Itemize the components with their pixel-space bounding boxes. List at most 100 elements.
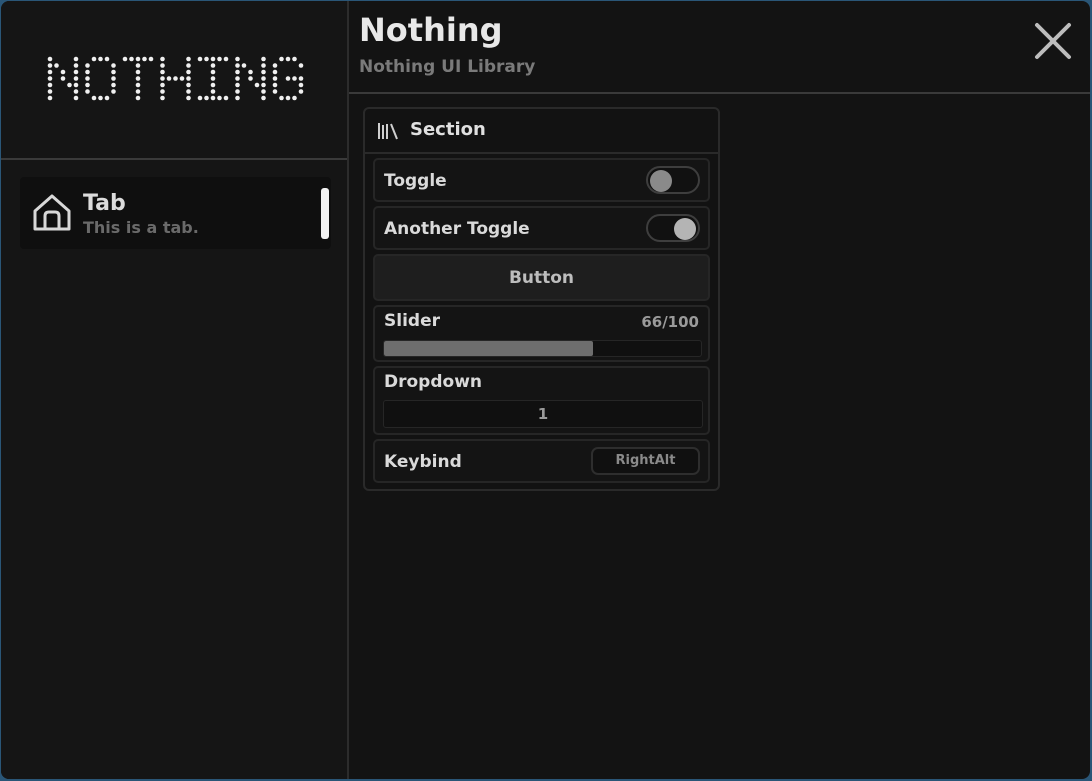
section-title: Section — [410, 119, 486, 140]
logo-dot — [160, 89, 165, 94]
logo-dot — [223, 56, 229, 62]
section-header: Section — [365, 109, 718, 154]
logo-dot — [292, 56, 297, 62]
logo-dot — [85, 89, 90, 94]
button-label: Button — [508, 268, 575, 288]
page-subtitle: Nothing UI Library — [359, 57, 536, 77]
logo-dot — [285, 95, 291, 101]
logo-dot — [47, 69, 53, 75]
logo-dot — [135, 63, 141, 68]
logo-dot — [210, 69, 216, 75]
logo-dot — [210, 89, 216, 94]
logo-dot — [261, 69, 266, 75]
logo-dot — [279, 56, 284, 62]
logo-dot — [122, 56, 128, 62]
logo-dot — [135, 56, 141, 62]
logo-dot — [47, 95, 53, 101]
logo-dot — [298, 82, 304, 88]
close-icon[interactable] — [1033, 21, 1073, 61]
action-button[interactable]: Button — [373, 254, 710, 301]
logo-dot — [111, 82, 116, 88]
logo-dot — [129, 56, 134, 62]
another-toggle-switch[interactable] — [646, 214, 700, 242]
logo-dot — [241, 63, 247, 68]
logo-dot — [272, 82, 278, 88]
logo-dot — [160, 82, 165, 88]
toggle-label: Toggle — [384, 171, 447, 191]
toggle-row: Toggle — [373, 158, 710, 202]
toggle-switch[interactable] — [646, 166, 700, 194]
logo-dot — [261, 95, 266, 101]
logo-dot — [298, 89, 304, 94]
logo-dot — [298, 76, 304, 81]
logo-dot — [272, 69, 278, 75]
logo-dot — [47, 89, 53, 94]
logo-dot — [160, 63, 165, 68]
logo-dot — [235, 69, 240, 75]
logo-dot — [73, 76, 79, 81]
logo-dot — [261, 63, 266, 68]
logo-dot — [235, 95, 240, 101]
logo-area — [1, 1, 347, 160]
logo-dot — [85, 76, 90, 81]
logo-dot — [67, 82, 72, 88]
slider-track[interactable] — [383, 340, 702, 357]
logo-dot — [235, 63, 240, 68]
logo-dot — [235, 82, 240, 88]
slider-fill — [384, 341, 594, 356]
keybind-button[interactable]: RightAlt — [591, 447, 700, 475]
logo-dot — [179, 76, 185, 81]
logo-dot — [85, 69, 90, 75]
logo-dot — [217, 95, 222, 101]
logo-dot — [261, 89, 266, 94]
logo-dot — [54, 63, 59, 68]
logo-dot — [166, 76, 172, 81]
logo-dot — [235, 89, 240, 94]
logo-dot — [204, 95, 209, 101]
logo-dot — [292, 95, 297, 101]
logo-dot — [47, 82, 53, 88]
sidebar-item-tab[interactable]: Tab This is a tab. — [20, 177, 331, 249]
logo-dot — [91, 56, 97, 62]
logo-dot — [73, 95, 79, 101]
logo-dot — [186, 69, 191, 75]
tab-title: Tab — [83, 191, 126, 216]
dropdown-row: Dropdown 1 — [373, 366, 710, 435]
tab-selected-indicator — [321, 188, 329, 239]
logo-dot — [135, 89, 141, 94]
logo-dot — [111, 63, 116, 68]
logo-dot — [248, 69, 253, 75]
logo-dot — [186, 95, 191, 101]
logo-dot — [73, 63, 79, 68]
logo-dot — [285, 56, 291, 62]
logo-dot — [210, 63, 216, 68]
logo-dot — [135, 69, 141, 75]
logo-dot — [186, 56, 191, 62]
logo-dot — [91, 95, 97, 101]
logo-dot — [85, 82, 90, 88]
logo-dot — [60, 69, 66, 75]
logo-dot — [217, 56, 222, 62]
main-window: Tab This is a tab. Nothing Nothing UI Li… — [1, 1, 1090, 779]
toggle-knob — [674, 218, 696, 240]
logo-dot — [104, 56, 110, 62]
logo-dot — [210, 76, 216, 81]
logo-dot — [204, 56, 209, 62]
dropdown-select[interactable]: 1 — [383, 400, 703, 428]
logo-dot — [254, 82, 260, 88]
logo-dot — [235, 56, 240, 62]
logo-dot — [47, 63, 53, 68]
logo-dot — [292, 76, 297, 81]
another-toggle-row: Another Toggle — [373, 206, 710, 250]
sidebar: Tab This is a tab. — [1, 1, 349, 779]
home-icon — [33, 194, 71, 231]
logo-dot — [210, 82, 216, 88]
slider-value: 66/100 — [641, 313, 699, 331]
logo-dot — [111, 89, 116, 94]
logo-dot — [261, 76, 266, 81]
logo-dot — [47, 56, 53, 62]
logo-dot — [285, 76, 291, 81]
logo-dot — [272, 63, 278, 68]
logo-dot — [73, 82, 79, 88]
dropdown-label: Dropdown — [384, 372, 482, 392]
